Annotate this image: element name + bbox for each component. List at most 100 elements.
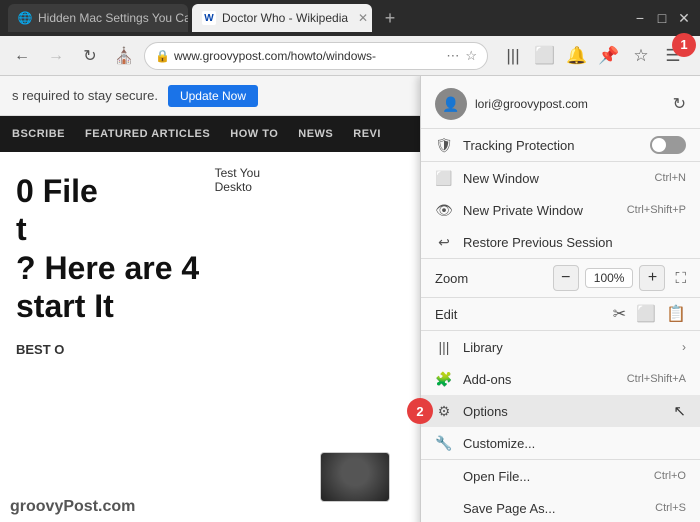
toolbar-icons: ||| ⬜ 🔔 📌 ☆ ☰ 1 [494, 41, 692, 71]
save-page-shortcut: Ctrl+S [655, 502, 686, 514]
menu-item-save-page[interactable]: Save Page As... Ctrl+S [421, 492, 700, 522]
back-button[interactable]: ← [8, 42, 36, 70]
site-nav-reviews[interactable]: REVI [353, 128, 381, 140]
menu-section-tracking: 🛡 Tracking Protection [421, 129, 700, 162]
library-label: Library [463, 340, 672, 355]
private-window-shortcut: Ctrl+Shift+P [627, 204, 686, 216]
edit-row: Edit ✂ ⬜ 📋 [421, 298, 700, 331]
tab-2[interactable]: W Doctor Who - Wikipedia ✕ [192, 4, 372, 32]
url-bar[interactable]: 🔒 www.groovypost.com/howto/windows- ⋯ ☆ [144, 42, 488, 70]
private-window-icon: 👁 [435, 201, 453, 219]
new-tab-button[interactable]: + [376, 4, 404, 32]
restore-session-icon: ↩ [435, 233, 453, 251]
addons-label: Add-ons [463, 372, 617, 387]
url-icons: ⋯ ☆ [446, 48, 477, 64]
user-avatar: 👤 [435, 88, 467, 120]
reload-button[interactable]: ↻ [76, 42, 104, 70]
url-bookmark-icon: ☆ [465, 48, 477, 64]
menu-item-private-window[interactable]: 👁 New Private Window Ctrl+Shift+P [421, 194, 700, 226]
maximize-button[interactable]: □ [654, 10, 670, 26]
close-button[interactable]: ✕ [676, 10, 692, 26]
tab1-label: Hidden Mac Settings You Ca... [38, 11, 188, 25]
home-button[interactable]: ⛪ [110, 42, 138, 70]
tab2-close[interactable]: ✕ [358, 11, 368, 25]
customize-label: Customize... [463, 436, 686, 451]
step2-badge: 2 [407, 398, 433, 424]
tracking-icon: 🛡 [435, 136, 453, 154]
menu-section-windows: ⬜ New Window Ctrl+N 👁 New Private Window… [421, 162, 700, 259]
site-nav-howto[interactable]: HOW TO [230, 128, 278, 140]
test-label: Test You Deskto [215, 166, 260, 194]
zoom-out-button[interactable]: − [553, 265, 579, 291]
menu-item-new-window[interactable]: ⬜ New Window Ctrl+N [421, 162, 700, 194]
groovy-logo: groovyPost.com [0, 492, 145, 522]
cut-button[interactable]: ✂ [613, 304, 626, 324]
library-arrow: › [682, 340, 686, 354]
restore-session-label: Restore Previous Session [463, 235, 686, 250]
menu-button-wrapper: ☰ 1 [658, 41, 688, 71]
options-label: Options [463, 404, 686, 419]
fullscreen-button[interactable]: ⛶ [675, 270, 686, 287]
forward-button[interactable]: → [42, 42, 70, 70]
site-nav-news[interactable]: NEWS [298, 128, 333, 140]
new-window-shortcut: Ctrl+N [655, 172, 686, 184]
library-icon: ||| [435, 338, 453, 356]
menu-header: 👤 lori@groovypost.com ↻ [421, 76, 700, 129]
tracking-label: Tracking Protection [463, 138, 640, 153]
addons-shortcut: Ctrl+Shift+A [627, 373, 686, 385]
zoom-percent: 100% [585, 268, 634, 288]
menu-item-restore-session[interactable]: ↩ Restore Previous Session [421, 226, 700, 258]
firefox-menu: 👤 lori@groovypost.com ↻ 🛡 Tracking Prote… [420, 76, 700, 522]
copy-button[interactable]: ⬜ [636, 304, 656, 324]
sync-button[interactable]: ↻ [673, 94, 686, 114]
open-file-shortcut: Ctrl+O [654, 470, 686, 482]
tracking-toggle[interactable] [650, 136, 686, 154]
library-toolbar-icon[interactable]: ||| [498, 41, 528, 71]
site-nav-featured[interactable]: FEATURED ARTICLES [85, 128, 210, 140]
zoom-in-button[interactable]: + [639, 265, 665, 291]
tab1-favicon: 🌐 [18, 11, 32, 25]
step1-badge: 1 [672, 33, 696, 57]
zoom-label: Zoom [435, 271, 547, 286]
menu-item-customize[interactable]: 🔧 Customize... [421, 427, 700, 459]
minimize-button[interactable]: − [632, 10, 648, 26]
private-window-label: New Private Window [463, 203, 617, 218]
new-window-label: New Window [463, 171, 645, 186]
tab2-label: Doctor Who - Wikipedia [222, 11, 348, 25]
browser-window: 🌐 Hidden Mac Settings You Ca... ✕ W Doct… [0, 0, 700, 522]
window-controls: − □ ✕ [632, 10, 692, 26]
open-file-icon [435, 467, 453, 485]
pocket-icon[interactable]: 📌 [594, 41, 624, 71]
edit-label: Edit [435, 307, 603, 322]
new-tab-icon: + [385, 8, 396, 29]
user-email: lori@groovypost.com [475, 97, 665, 111]
menu-item-tracking[interactable]: 🛡 Tracking Protection [421, 129, 700, 161]
cursor-icon: ↖ [673, 402, 686, 420]
url-text: www.groovypost.com/howto/windows- [174, 49, 446, 63]
paste-button[interactable]: 📋 [666, 304, 686, 324]
nav-bar: ← → ↻ ⛪ 🔒 www.groovypost.com/howto/windo… [0, 36, 700, 76]
menu-item-library[interactable]: ||| Library › [421, 331, 700, 363]
article-thumbnail [320, 452, 390, 502]
url-reader-icon: ⋯ [446, 48, 459, 64]
notifications-icon[interactable]: 🔔 [562, 41, 592, 71]
tab-1[interactable]: 🌐 Hidden Mac Settings You Ca... ✕ [8, 4, 188, 32]
open-file-label: Open File... [463, 469, 644, 484]
save-page-icon [435, 499, 453, 517]
addons-icon: 🧩 [435, 370, 453, 388]
menu-item-addons[interactable]: 🧩 Add-ons Ctrl+Shift+A [421, 363, 700, 395]
menu-section-file: Open File... Ctrl+O Save Page As... Ctrl… [421, 460, 700, 522]
url-lock-icon: 🔒 [155, 49, 170, 63]
bookmark-icon[interactable]: ☆ [626, 41, 656, 71]
title-bar: 🌐 Hidden Mac Settings You Ca... ✕ W Doct… [0, 0, 700, 36]
site-nav-subscribe[interactable]: BSCRIBE [12, 128, 65, 140]
update-now-button[interactable]: Update Now [168, 85, 258, 107]
save-page-label: Save Page As... [463, 501, 645, 516]
customize-icon: 🔧 [435, 434, 453, 452]
menu-section-tools: ||| Library › 🧩 Add-ons Ctrl+Shift+A 2 ⚙… [421, 331, 700, 460]
new-window-icon: ⬜ [435, 169, 453, 187]
menu-item-options[interactable]: 2 ⚙ Options ↖ [421, 395, 700, 427]
synced-tabs-icon[interactable]: ⬜ [530, 41, 560, 71]
update-message: s required to stay secure. [12, 88, 158, 103]
menu-item-open-file[interactable]: Open File... Ctrl+O [421, 460, 700, 492]
